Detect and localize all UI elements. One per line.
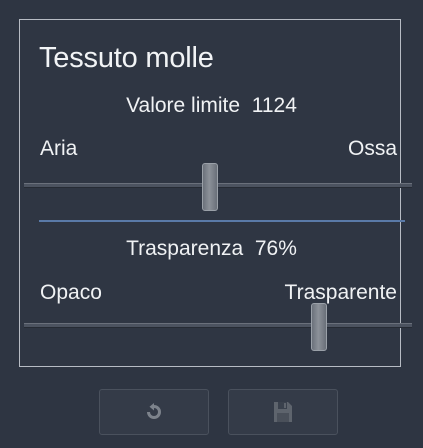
threshold-readout: Valore limite 1124 [0, 93, 423, 119]
section-divider [39, 220, 405, 222]
transparency-value: 76% [254, 237, 297, 260]
panel-title: Tessuto molle [39, 42, 214, 74]
transparency-slider-track[interactable] [24, 323, 412, 328]
transparency-min-label: Opaco [40, 281, 102, 304]
threshold-max-label: Ossa [347, 137, 397, 160]
transparency-label: Trasparenza [126, 237, 244, 260]
threshold-label: Valore limite [126, 94, 241, 117]
save-button[interactable] [228, 389, 338, 435]
transparency-slider-thumb[interactable] [310, 303, 327, 351]
threshold-value: 1124 [251, 94, 297, 117]
transparency-readout: Trasparenza 76% [0, 236, 423, 262]
save-icon [274, 402, 292, 422]
reset-icon [147, 403, 161, 419]
volume-settings-window: Tessuto molle Valore limite 1124 Aria Os… [0, 0, 423, 448]
transparency-max-label: Trasparente [284, 281, 397, 304]
threshold-min-label: Aria [40, 137, 78, 160]
reset-button[interactable] [99, 389, 209, 435]
threshold-slider-thumb[interactable] [202, 163, 219, 211]
